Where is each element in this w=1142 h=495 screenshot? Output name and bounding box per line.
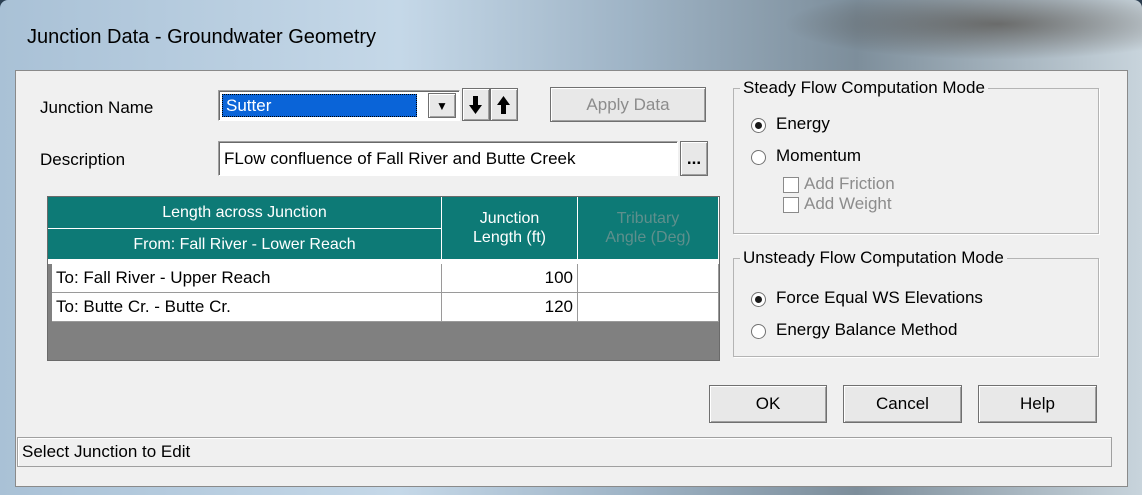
help-button[interactable]: Help [978,385,1097,423]
arrow-down-icon [469,95,482,114]
unsteady-flow-title: Unsteady Flow Computation Mode [740,248,1007,268]
junction-length-table: Length across Junction From: Fall River … [47,196,720,361]
add-friction-checkbox[interactable] [783,177,799,193]
header-tributary-angle-line1: Tributary [616,210,680,227]
steady-flow-group: Steady Flow Computation Mode Energy Mome… [733,78,1099,234]
energy-radio[interactable] [751,118,766,133]
ok-button[interactable]: OK [709,385,827,423]
description-field[interactable]: FLow confluence of Fall River and Butte … [218,141,678,176]
force-equal-ws-label[interactable]: Force Equal WS Elevations [776,288,983,308]
window-frame: Junction Data - Groundwater Geometry Jun… [0,0,1142,495]
junction-name-value: Sutter [226,96,272,115]
junction-name-selection: Sutter [222,94,417,117]
table-row-2-angle[interactable] [578,293,719,322]
add-friction-label: Add Friction [804,174,895,193]
unsteady-flow-group: Unsteady Flow Computation Mode Force Equ… [733,248,1099,357]
description-value: FLow confluence of Fall River and Butte … [224,149,576,168]
add-weight-label: Add Weight [804,194,892,213]
add-weight-checkbox[interactable] [783,197,799,213]
move-up-button[interactable] [490,88,518,121]
table-row-1-length[interactable]: 100 [442,264,578,293]
combo-dropdown-button[interactable]: ▼ [428,93,456,118]
momentum-radio[interactable] [751,150,766,165]
header-length-across: Length across Junction [48,197,442,229]
table-row-2-length[interactable]: 120 [442,293,578,322]
energy-balance-radio[interactable] [751,324,766,339]
table-row-1-to[interactable]: To: Fall River - Upper Reach [52,264,442,293]
junction-name-combo[interactable]: Sutter ▼ [218,90,460,121]
energy-label[interactable]: Energy [776,114,830,134]
status-text: Select Junction to Edit [22,442,191,461]
status-bar: Select Junction to Edit [17,437,1112,467]
header-junction-length-line1: Junction [479,210,540,227]
header-from-reach: From: Fall River - Lower Reach [48,229,442,260]
table-row-1-angle[interactable] [578,264,719,293]
arrow-up-icon [497,95,510,114]
steady-flow-title: Steady Flow Computation Mode [740,78,988,98]
header-junction-length-line2: Length (ft) [473,229,546,246]
move-down-button[interactable] [462,88,490,121]
apply-data-button[interactable]: Apply Data [550,87,706,122]
header-tributary-angle: Tributary Angle (Deg) [578,197,719,260]
junction-name-label: Junction Name [40,98,154,117]
browse-button[interactable]: ... [680,141,708,176]
momentum-label[interactable]: Momentum [776,146,861,166]
description-label: Description [40,150,126,169]
cancel-button[interactable]: Cancel [843,385,962,423]
table-row-2-to[interactable]: To: Butte Cr. - Butte Cr. [52,293,442,322]
window-title: Junction Data - Groundwater Geometry [27,26,377,48]
dialog-client-area: Junction Name Sutter ▼ Apply Data Descri… [15,70,1128,487]
force-equal-ws-radio[interactable] [751,292,766,307]
chevron-down-icon: ▼ [436,98,448,113]
header-junction-length: Junction Length (ft) [442,197,578,260]
header-tributary-angle-line2: Angle (Deg) [605,229,691,246]
frame-shade [782,0,1142,60]
energy-balance-label[interactable]: Energy Balance Method [776,320,957,340]
